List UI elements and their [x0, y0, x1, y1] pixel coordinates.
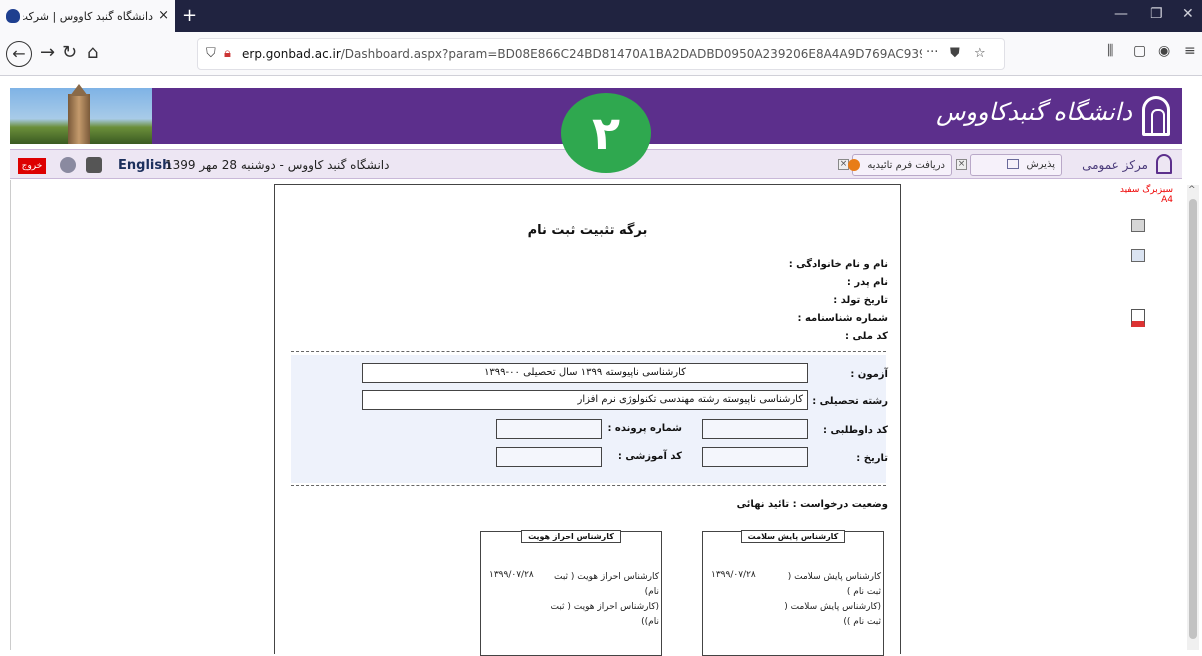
page-actions-menu[interactable]: ···	[926, 45, 938, 60]
exit-button[interactable]: خروج	[18, 158, 46, 174]
birth-date-label: تاریخ تولد :	[833, 295, 888, 306]
registration-form-paper: برگه تثبیت ثبت نام نام و نام خانوادگی : …	[274, 184, 901, 656]
approver-role: کارشناس پایش سلامت ( ثبت نام ) (کارشناس …	[771, 570, 881, 630]
main-center-label: مرکز عمومی	[1082, 158, 1148, 172]
main-center-icon	[1156, 154, 1172, 174]
approver-card-health: کارشناس پایش سلامت کارشناس پایش سلامت ( …	[702, 530, 884, 656]
browser-tab-bar: دانشگاه گنبد کاووس | شرکت سا... × + — ❐ …	[0, 0, 1202, 32]
close-all-icon[interactable]	[86, 157, 102, 173]
scrollbar-thumb[interactable]	[1189, 199, 1197, 639]
tab-admission-label: پذیرش	[1026, 159, 1055, 170]
reload-button[interactable]: ↻	[62, 42, 77, 63]
edu-code-label: کد آموزشی :	[617, 451, 682, 462]
date-value	[702, 447, 808, 467]
sidebar-icon[interactable]: ▢	[1133, 43, 1146, 59]
pocket-icon[interactable]: ⛊	[950, 46, 960, 61]
tab-title: دانشگاه گنبد کاووس | شرکت سا...	[23, 10, 153, 23]
approver-role-line: کارشناس پایش سلامت ( ثبت نام )	[787, 572, 881, 597]
file-number-label: شماره پرونده :	[607, 423, 682, 434]
approver-role: کارشناس احراز هویت ( ثبت نام) (کارشناس ا…	[549, 570, 660, 630]
pdf-export-icon[interactable]	[1131, 309, 1145, 327]
main-content: برگه تثبیت ثبت نام نام و نام خانوادگی : …	[10, 180, 1182, 656]
back-button[interactable]: ←	[6, 41, 32, 67]
dashed-divider	[291, 485, 886, 486]
exam-value: کارشناسی ناپیوسته ۱۳۹۹ سال تحصیلی ۰۰-۱۳۹…	[362, 363, 808, 383]
father-name-label: نام پدر :	[846, 277, 888, 288]
approver-role-line: (کارشناس احراز هویت ( ثبت نام))	[550, 602, 660, 627]
window-close-button[interactable]: ✕	[1182, 6, 1194, 22]
approver-title: کارشناس پایش سلامت	[740, 530, 846, 543]
url-text[interactable]: erp.gonbad.ac.ir/Dashboard.aspx?param=BD…	[242, 47, 922, 61]
gonbad-tower-image	[68, 84, 90, 144]
date-label: تاریخ :	[856, 453, 888, 464]
approver-title: کارشناس احراز هویت	[521, 530, 621, 543]
window-maximize-button[interactable]: ❐	[1150, 6, 1163, 22]
exam-label: آزمون :	[850, 369, 888, 380]
full-name-label: نام و نام خانوادگی :	[788, 259, 888, 270]
new-tab-button[interactable]: +	[182, 5, 197, 26]
home-button[interactable]: ⌂	[87, 42, 98, 63]
forward-button[interactable]: →	[40, 42, 55, 63]
applicant-code-label: کد داوطلبی :	[822, 425, 888, 436]
shield-icon[interactable]: ⛉	[206, 46, 216, 61]
tab-confirm-label: دریافت فرم تائیدیه	[867, 160, 945, 171]
english-link[interactable]: English	[118, 158, 171, 173]
approver-date: ۱۳۹۹/۰۷/۲۸	[711, 570, 756, 580]
university-logo-text: دانشگاه گنبدکاووس	[936, 98, 1132, 126]
step-number-badge: ۲	[561, 93, 651, 173]
bookmark-star-icon[interactable]: ☆	[974, 46, 986, 61]
field-label: رشته تحصیلی :	[812, 396, 888, 407]
applicant-code-value	[702, 419, 808, 439]
menu-icon[interactable]: ≡	[1184, 43, 1196, 59]
download-icon	[848, 159, 861, 171]
tab-admission[interactable]: پذیرش	[970, 154, 1062, 176]
request-status: وضعیت درخواست : تائید نهائی	[736, 499, 888, 510]
file-number-value	[496, 419, 602, 439]
national-code-label: کد ملی :	[845, 331, 888, 342]
insecure-lock-icon[interactable]: 🔒︎	[224, 46, 231, 61]
approver-card-identity: کارشناس احراز هویت کارشناس احراز هویت ( …	[480, 530, 662, 656]
tower-photo	[10, 84, 152, 144]
account-icon[interactable]: ◉	[1158, 43, 1170, 59]
url-bar[interactable]: ⛉ 🔒︎ erp.gonbad.ac.ir/Dashboard.aspx?par…	[197, 38, 1005, 70]
print-preview-icon[interactable]	[1131, 249, 1145, 262]
print-options-panel: سبزبرگ سفید A4	[1093, 185, 1173, 215]
tab-main-center[interactable]: مرکز عمومی	[1070, 154, 1172, 176]
paper-size-label: A4	[1161, 195, 1173, 205]
scroll-up-arrow-icon[interactable]: ^	[1188, 185, 1196, 195]
browser-tab[interactable]: دانشگاه گنبد کاووس | شرکت سا... ×	[0, 0, 175, 32]
field-value: کارشناسی ناپیوسته رشته مهندسی تکنولوژی ن…	[362, 390, 808, 410]
tab-confirm-form[interactable]: دریافت فرم تائیدیه	[848, 154, 952, 176]
edu-code-value	[496, 447, 602, 467]
white-paper-option[interactable]: سبزبرگ سفید	[1093, 185, 1173, 195]
university-logo-icon	[1142, 96, 1170, 136]
library-icon[interactable]: ⫼	[1107, 43, 1113, 59]
tab-close-icon[interactable]: ×	[158, 8, 169, 23]
approver-date: ۱۳۹۹/۰۷/۲۸	[489, 570, 534, 580]
id-number-label: شماره شناسنامه :	[797, 313, 888, 324]
close-admission-tab-icon[interactable]: ×	[956, 159, 967, 170]
approver-role-line: (کارشناس پایش سلامت ( ثبت نام ))	[784, 602, 881, 627]
university-date-text: دانشگاه گنبد کاووس - دوشنبه 28 مهر 1399	[165, 158, 390, 172]
approver-role-line: کارشناس احراز هویت ( ثبت نام)	[554, 572, 659, 597]
edit-icon	[1007, 159, 1020, 169]
page-scrollbar[interactable]: ^	[1187, 185, 1199, 650]
print-icon[interactable]	[1131, 219, 1145, 232]
site-favicon-icon	[6, 9, 20, 23]
browser-nav-bar: ← → ↻ ⌂ ⛉ 🔒︎ erp.gonbad.ac.ir/Dashboard.…	[0, 32, 1202, 76]
form-title: برگه تثبیت ثبت نام	[527, 223, 648, 238]
dashed-divider	[291, 351, 886, 352]
window-minimize-button[interactable]: —	[1114, 6, 1128, 22]
refresh-icon[interactable]	[60, 157, 76, 173]
